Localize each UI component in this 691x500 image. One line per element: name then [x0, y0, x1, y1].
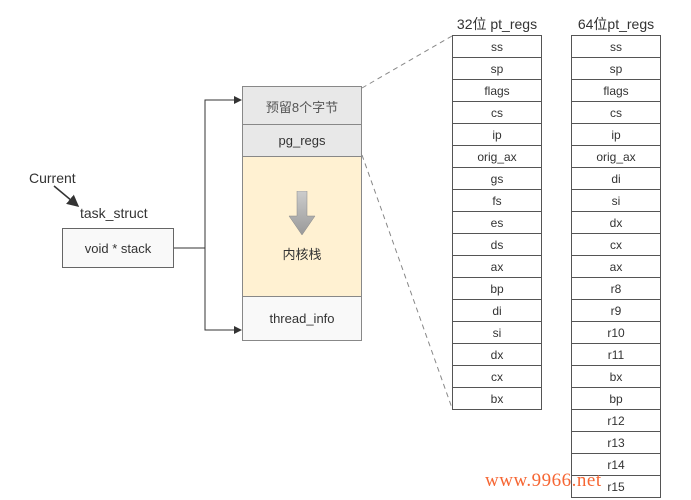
reg-cell: bx [453, 388, 541, 410]
reg-cell: cs [572, 102, 660, 124]
regs-table-32: ssspflagscsiporig_axgsfsesdsaxbpdisidxcx… [452, 35, 542, 410]
reg-cell: ip [572, 124, 660, 146]
box-void-stack: void * stack [62, 228, 174, 268]
reg-cell: dx [572, 212, 660, 234]
down-arrow-icon [285, 191, 319, 236]
reg-cell: ax [453, 256, 541, 278]
reg-cell: si [572, 190, 660, 212]
reg-cell: gs [453, 168, 541, 190]
reg-cell: r13 [572, 432, 660, 454]
reg-cell: ss [453, 36, 541, 58]
reg-cell: ds [453, 234, 541, 256]
mid-kernel-label: 内核栈 [282, 244, 321, 263]
reg-cell: r9 [572, 300, 660, 322]
reg-cell: ip [453, 124, 541, 146]
middle-diagram: 预留8个字节 pg_regs 内核栈 thread_info [242, 86, 362, 341]
reg-cell: bp [572, 388, 660, 410]
mid-pgregs-label: pg_regs [243, 125, 361, 157]
header-32bit: 32位 pt_regs [452, 14, 542, 34]
reg-cell: r12 [572, 410, 660, 432]
reg-cell: si [453, 322, 541, 344]
reg-cell: r11 [572, 344, 660, 366]
reg-cell: ax [572, 256, 660, 278]
reg-cell: cx [572, 234, 660, 256]
regs-table-64: ssspflagscsiporig_axdisidxcxaxr8r9r10r11… [571, 35, 661, 498]
reg-cell: cs [453, 102, 541, 124]
label-current: Current [29, 170, 76, 186]
watermark-text: www.9966.net [485, 470, 602, 492]
reg-cell: sp [453, 58, 541, 80]
mid-reserve-label: 预留8个字节 [243, 87, 361, 125]
reg-cell: orig_ax [453, 146, 541, 168]
reg-cell: cx [453, 366, 541, 388]
mid-thread-label: thread_info [243, 297, 361, 340]
reg-cell: orig_ax [572, 146, 660, 168]
reg-cell: dx [453, 344, 541, 366]
reg-cell: sp [572, 58, 660, 80]
reg-cell: bx [572, 366, 660, 388]
label-task-struct: task_struct [80, 205, 148, 221]
reg-cell: fs [453, 190, 541, 212]
reg-cell: di [453, 300, 541, 322]
reg-cell: r10 [572, 322, 660, 344]
reg-cell: flags [453, 80, 541, 102]
reg-cell: di [572, 168, 660, 190]
reg-cell: ss [572, 36, 660, 58]
reg-cell: flags [572, 80, 660, 102]
mid-kernel-box: 内核栈 [243, 157, 361, 297]
header-64bit: 64位pt_regs [571, 14, 661, 34]
reg-cell: bp [453, 278, 541, 300]
reg-cell: es [453, 212, 541, 234]
reg-cell: r8 [572, 278, 660, 300]
